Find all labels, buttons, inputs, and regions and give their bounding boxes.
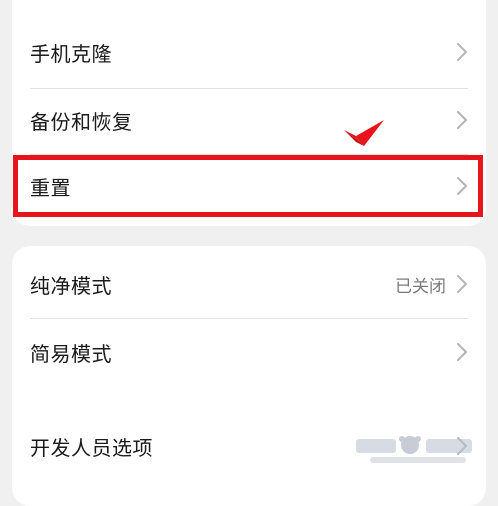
checkmark-icon bbox=[344, 120, 384, 146]
divider bbox=[30, 318, 468, 319]
row-pure-mode[interactable]: 纯净模式 已关闭 bbox=[12, 254, 486, 314]
row-label: 手机克隆 bbox=[30, 41, 112, 66]
chevron-right-icon bbox=[457, 343, 467, 361]
row-simple-mode[interactable]: 简易模式 bbox=[12, 322, 486, 382]
divider bbox=[30, 88, 468, 89]
highlight-box bbox=[13, 155, 483, 217]
row-label: 备份和恢复 bbox=[30, 109, 133, 134]
chevron-right-icon bbox=[457, 43, 467, 61]
chevron-right-icon bbox=[457, 275, 467, 293]
row-phone-clone[interactable]: 手机克隆 bbox=[12, 22, 486, 82]
row-label: 纯净模式 bbox=[30, 273, 112, 298]
watermark-logo-icon bbox=[356, 436, 472, 463]
row-label: 简易模式 bbox=[30, 341, 112, 366]
row-backup-restore[interactable]: 备份和恢复 bbox=[12, 90, 486, 150]
row-label: 开发人员选项 bbox=[30, 435, 153, 460]
status-value: 已关闭 bbox=[395, 276, 446, 297]
chevron-right-icon bbox=[457, 111, 467, 129]
